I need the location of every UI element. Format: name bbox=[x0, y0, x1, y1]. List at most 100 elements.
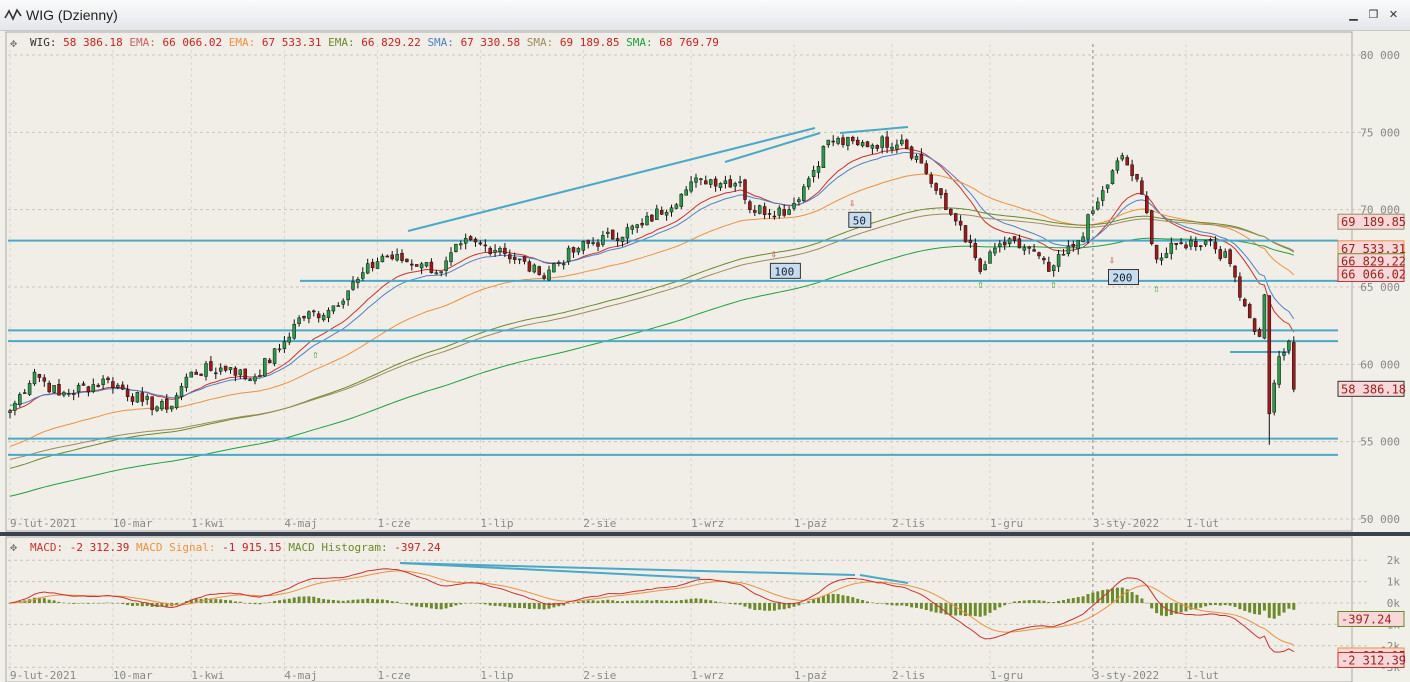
candle-body bbox=[1111, 171, 1114, 184]
candle-body bbox=[783, 209, 786, 215]
macd-histogram-bar bbox=[391, 601, 394, 603]
macd-histogram-bar bbox=[1263, 603, 1266, 611]
macd-histogram-bar bbox=[454, 603, 457, 605]
candle-body bbox=[1096, 202, 1099, 209]
candle-body bbox=[1204, 241, 1207, 245]
candle-body bbox=[479, 243, 482, 244]
candle-body bbox=[1175, 243, 1178, 244]
macd-histogram-bar bbox=[601, 600, 604, 603]
macd-histogram-bar bbox=[1194, 603, 1197, 609]
candle-body bbox=[410, 264, 413, 265]
macd-histogram-bar bbox=[53, 600, 56, 603]
candle-body bbox=[846, 137, 849, 145]
candle-body bbox=[13, 403, 16, 410]
candle-body bbox=[930, 175, 933, 184]
macd-histogram-bar bbox=[1170, 603, 1173, 615]
macd-histogram-bar bbox=[533, 603, 536, 609]
candle-body bbox=[332, 306, 335, 311]
candle-body bbox=[1140, 181, 1143, 194]
candle-body bbox=[77, 385, 80, 391]
macd-histogram-bar bbox=[141, 603, 144, 606]
macd-histogram-bar bbox=[979, 603, 982, 617]
macd-histogram-bar bbox=[77, 603, 80, 604]
candle-body bbox=[131, 397, 134, 402]
x-tick-label: 1-lut bbox=[1186, 669, 1219, 682]
macd-histogram-bar bbox=[283, 599, 286, 603]
candle-body bbox=[58, 384, 61, 395]
candle-body bbox=[146, 396, 149, 399]
candle-body bbox=[508, 255, 511, 259]
candle-body bbox=[268, 360, 271, 363]
macd-histogram-bar bbox=[440, 603, 443, 609]
macd-histogram-bar bbox=[425, 603, 428, 607]
candle-body bbox=[87, 387, 90, 392]
macd-histogram-bar bbox=[111, 603, 114, 604]
macd-histogram-bar bbox=[719, 602, 722, 603]
candle-body bbox=[224, 366, 227, 370]
macd-histogram-bar bbox=[871, 603, 874, 604]
candle-body bbox=[484, 245, 487, 246]
macd-histogram-bar bbox=[768, 603, 771, 611]
candle-body bbox=[440, 272, 443, 273]
candle-body bbox=[175, 395, 178, 407]
legend-label: SMA: bbox=[626, 36, 659, 49]
legend-label: MACD: bbox=[30, 541, 70, 554]
candle-body bbox=[964, 225, 967, 242]
y-tick-label: 50 000 bbox=[1360, 513, 1400, 526]
legend-label: MACD Signal: bbox=[136, 541, 222, 554]
macd-histogram-bar bbox=[910, 603, 913, 607]
macd-histogram-bar bbox=[807, 601, 810, 603]
x-tick-label: 10-mar bbox=[113, 517, 153, 530]
macd-histogram-bar bbox=[342, 601, 345, 603]
main-legend: WIG: 58 386.18 EMA: 66 066.02 EMA: 67 53… bbox=[30, 36, 719, 49]
close-button[interactable]: ✕ bbox=[1387, 9, 1400, 21]
candle-body bbox=[719, 183, 722, 187]
candle-body bbox=[111, 382, 114, 388]
candle-body bbox=[714, 179, 717, 186]
macd-histogram-bar bbox=[1229, 603, 1232, 606]
macd-histogram-bar bbox=[1136, 595, 1139, 603]
candle-body bbox=[1018, 239, 1021, 248]
candle-body bbox=[670, 208, 673, 212]
marker-label: 200 bbox=[1113, 272, 1133, 285]
minimize-button[interactable]: ▁ bbox=[1347, 9, 1360, 21]
candle-body bbox=[494, 250, 497, 252]
panel-divider bbox=[0, 532, 1410, 536]
candle-body bbox=[141, 393, 144, 402]
candle-body bbox=[263, 358, 266, 376]
macd-histogram-bar bbox=[254, 603, 257, 604]
price-chart[interactable]: 80 00075 00070 00065 00060 00055 00050 0… bbox=[0, 30, 1410, 682]
candle-body bbox=[944, 193, 947, 209]
macd-histogram-bar bbox=[401, 603, 404, 604]
macd-histogram-bar bbox=[891, 603, 894, 605]
legend-value: 66 829.22 bbox=[361, 36, 427, 49]
candle-body bbox=[631, 226, 634, 230]
candle-body bbox=[807, 179, 810, 187]
x-tick-label: 2-sie bbox=[583, 669, 616, 682]
macd-histogram-bar bbox=[327, 600, 330, 603]
macd-histogram-bar bbox=[1111, 588, 1114, 603]
candle-body bbox=[1136, 174, 1139, 179]
candle-body bbox=[293, 324, 296, 338]
candle-body bbox=[415, 264, 418, 266]
macd-histogram-bar bbox=[381, 599, 384, 603]
macd-histogram-bar bbox=[861, 600, 864, 603]
candle-body bbox=[254, 377, 257, 381]
candle-body bbox=[244, 369, 247, 379]
macd-y-tick-label: 2k bbox=[1387, 554, 1401, 567]
candle-body bbox=[1273, 383, 1276, 412]
macd-histogram-bar bbox=[616, 601, 619, 603]
macd-histogram-bar bbox=[817, 598, 820, 603]
macd-histogram-bar bbox=[998, 603, 1001, 607]
candle-body bbox=[312, 311, 315, 312]
legend-label: SMA: bbox=[427, 36, 460, 49]
restore-button[interactable]: ❐ bbox=[1367, 9, 1380, 21]
macd-histogram-bar bbox=[1057, 601, 1060, 603]
macd-histogram-bar bbox=[430, 603, 433, 608]
legend-value: 68 769.79 bbox=[659, 36, 719, 49]
candle-body bbox=[1243, 299, 1246, 306]
x-tick-label: 2-lis bbox=[892, 517, 925, 530]
candle-body bbox=[744, 180, 747, 200]
candle-body bbox=[768, 213, 771, 214]
macd-histogram-bar bbox=[984, 603, 987, 616]
